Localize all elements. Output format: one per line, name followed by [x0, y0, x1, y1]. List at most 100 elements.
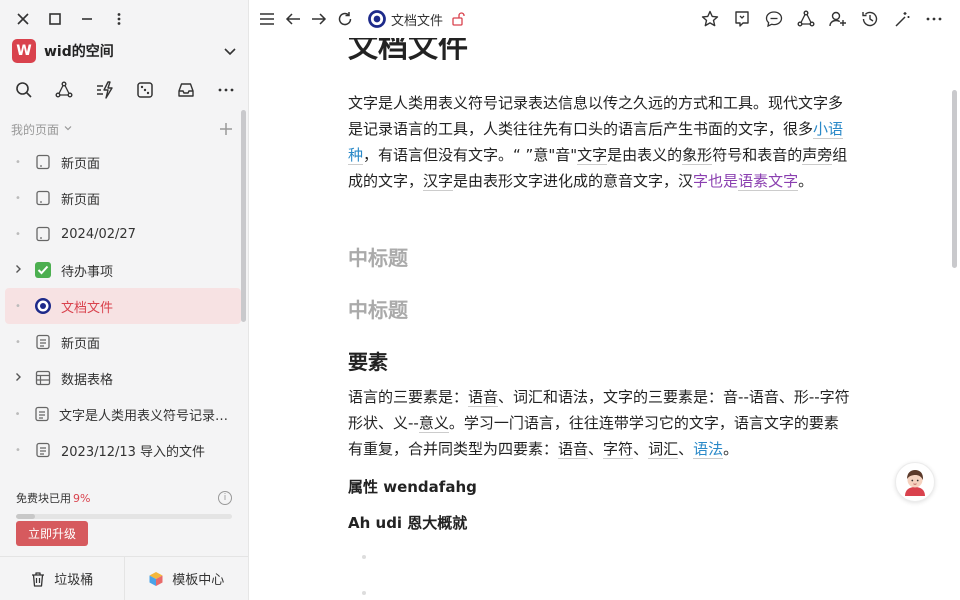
- link-meaning[interactable]: 意义: [418, 414, 449, 433]
- sidebar-item-page-2[interactable]: • 新页面: [5, 180, 241, 216]
- graph-icon[interactable]: [54, 80, 74, 100]
- doc-title[interactable]: 文档文件: [348, 38, 468, 66]
- paragraph-elements[interactable]: 语言的三要素是：语音、词汇和语法，文字的三要素是：音--语音、形--字符形状、义…: [348, 384, 852, 462]
- target-icon: [33, 296, 53, 316]
- block-quota: 免费块已用 9% i: [16, 490, 232, 519]
- page-tree: • 新页面 • 新页面 • 2024/02/27 待办事项 • 文档文件 • 新…: [5, 144, 241, 468]
- chevron-down-icon[interactable]: [63, 123, 73, 136]
- inbox-icon[interactable]: [176, 80, 196, 100]
- link-phonetics-2[interactable]: 语音: [558, 440, 589, 459]
- add-page-icon[interactable]: [219, 120, 233, 138]
- page-icon: [33, 152, 53, 172]
- sidebar-scrollbar[interactable]: [241, 110, 246, 322]
- breadcrumb-title: 文档文件: [391, 13, 444, 29]
- link-pictograph[interactable]: 象形: [682, 146, 713, 165]
- sidebar-item-doc-file[interactable]: • 文档文件: [5, 288, 241, 324]
- bookmark-comment-icon[interactable]: [732, 9, 752, 29]
- link-phonetic[interactable]: 声旁: [802, 146, 833, 165]
- doc-icon: [32, 404, 51, 424]
- back-arrow-icon[interactable]: [283, 9, 303, 29]
- chevron-right-icon[interactable]: [11, 371, 25, 385]
- dice-icon[interactable]: [135, 80, 155, 100]
- add-user-icon[interactable]: [828, 9, 848, 29]
- text-run: 文字是人类用表义符号记录表达信息以传之久远的方式和工具。现代文字多是记录语言的工…: [348, 94, 844, 138]
- space-switcher[interactable]: W wid的空间: [12, 38, 238, 64]
- link-vocabulary[interactable]: 词汇: [648, 440, 679, 459]
- sidebar-item-page-3[interactable]: • 新页面: [5, 324, 241, 360]
- sidebar-item-todo[interactable]: 待办事项: [5, 252, 241, 288]
- magic-wand-icon[interactable]: [892, 9, 912, 29]
- empty-block-handle[interactable]: [362, 555, 366, 559]
- sidebar-item-label: 2024/02/27: [61, 226, 136, 242]
- heading-elements[interactable]: 要素: [348, 346, 388, 375]
- space-name: wid的空间: [44, 44, 114, 60]
- link-writing[interactable]: 文字: [577, 146, 608, 165]
- more-horizontal-icon[interactable]: [924, 9, 944, 29]
- comment-icon[interactable]: [764, 9, 784, 29]
- template-center-label: 模板中心: [172, 573, 225, 588]
- link-grammar[interactable]: 语法: [693, 440, 724, 459]
- heading-attribute[interactable]: 属性 wendafahg: [348, 476, 477, 497]
- sidebar-item-data-table[interactable]: 数据表格: [5, 360, 241, 396]
- more-horizontal-icon[interactable]: [216, 80, 236, 100]
- close-icon[interactable]: [14, 10, 32, 28]
- trash-button[interactable]: 垃圾桶: [0, 557, 124, 600]
- text-run: 语言的三要素是：: [348, 388, 469, 406]
- chevron-right-icon[interactable]: [11, 263, 25, 277]
- document-editor[interactable]: 文档文件 文字是人类用表义符号记录表达信息以传之久远的方式和工具。现代文字多是记…: [249, 38, 960, 600]
- paragraph-intro[interactable]: 文字是人类用表义符号记录表达信息以传之久远的方式和工具。现代文字多是记录语言的工…: [348, 90, 852, 194]
- link-chinese-characters[interactable]: 汉字: [423, 172, 454, 191]
- refresh-icon[interactable]: [335, 9, 355, 29]
- bullet: •: [15, 444, 21, 456]
- heading-ah-udi[interactable]: Ah udi 恩大概就: [348, 512, 467, 533]
- text-run: 、: [678, 440, 694, 458]
- page-icon: [33, 224, 53, 244]
- flash-icon[interactable]: [95, 80, 115, 100]
- heading-medium-2[interactable]: 中标题: [348, 294, 408, 323]
- text-run: 字也是: [693, 172, 739, 190]
- upgrade-button[interactable]: 立即升级: [16, 521, 88, 546]
- sidebar-item-text-doc[interactable]: • 文字是人类用表义符号记录表达信息以传之久远的方式和工具: [5, 396, 241, 432]
- bullet: •: [15, 228, 21, 240]
- chevron-down-icon[interactable]: [222, 43, 238, 59]
- quota-progress-fill: [16, 514, 36, 519]
- text-run: ，有语言但没有文字。“ ”意"音": [363, 146, 578, 164]
- link-characters[interactable]: 字符: [603, 440, 634, 459]
- section-header-my-pages[interactable]: 我的页面: [11, 120, 233, 138]
- star-icon[interactable]: [700, 9, 720, 29]
- sidebar-item-date-page[interactable]: • 2024/02/27: [5, 216, 241, 252]
- unlock-icon[interactable]: [451, 12, 465, 26]
- text-run: 符号和表音的: [712, 146, 803, 164]
- heading-medium-1[interactable]: 中标题: [348, 242, 408, 271]
- link-phonetics[interactable]: 语音: [468, 388, 499, 407]
- more-vertical-icon[interactable]: [110, 10, 128, 28]
- topbar: 文档文件: [249, 0, 960, 38]
- link-morpheme-script[interactable]: 语素文字: [738, 172, 799, 191]
- sidebar-item-label: 待办事项: [61, 264, 114, 280]
- text-run: 、: [588, 440, 604, 458]
- forward-arrow-icon[interactable]: [309, 9, 329, 29]
- editor-scrollbar[interactable]: [952, 90, 957, 268]
- sidebar: W wid的空间 我的页面 • 新页面 • 新页面 • 2024/02/27 待…: [0, 0, 249, 600]
- sidebar-item-imported-file[interactable]: • 2023/12/13 导入的文件: [5, 432, 241, 468]
- sidebar-item-page-1[interactable]: • 新页面: [5, 144, 241, 180]
- empty-block-handle[interactable]: [362, 591, 366, 595]
- cube-icon: [148, 571, 164, 587]
- bullet: •: [15, 300, 21, 312]
- maximize-icon[interactable]: [46, 10, 64, 28]
- menu-icon[interactable]: [257, 9, 277, 29]
- sidebar-item-label: 2023/12/13 导入的文件: [61, 444, 206, 460]
- template-center-button[interactable]: 模板中心: [123, 557, 249, 600]
- breadcrumb[interactable]: 文档文件: [367, 9, 465, 29]
- graph-icon[interactable]: [796, 9, 816, 29]
- sidebar-footer: 垃圾桶 模板中心: [0, 556, 248, 600]
- info-icon[interactable]: i: [218, 491, 232, 505]
- text-run: 。: [798, 172, 814, 190]
- text-run: 是由表义的: [607, 146, 683, 164]
- bullet: •: [15, 192, 21, 204]
- sidebar-item-label: 数据表格: [61, 372, 114, 388]
- search-icon[interactable]: [14, 80, 34, 100]
- minimize-icon[interactable]: [78, 10, 96, 28]
- assistant-avatar[interactable]: [895, 462, 935, 502]
- history-icon[interactable]: [860, 9, 880, 29]
